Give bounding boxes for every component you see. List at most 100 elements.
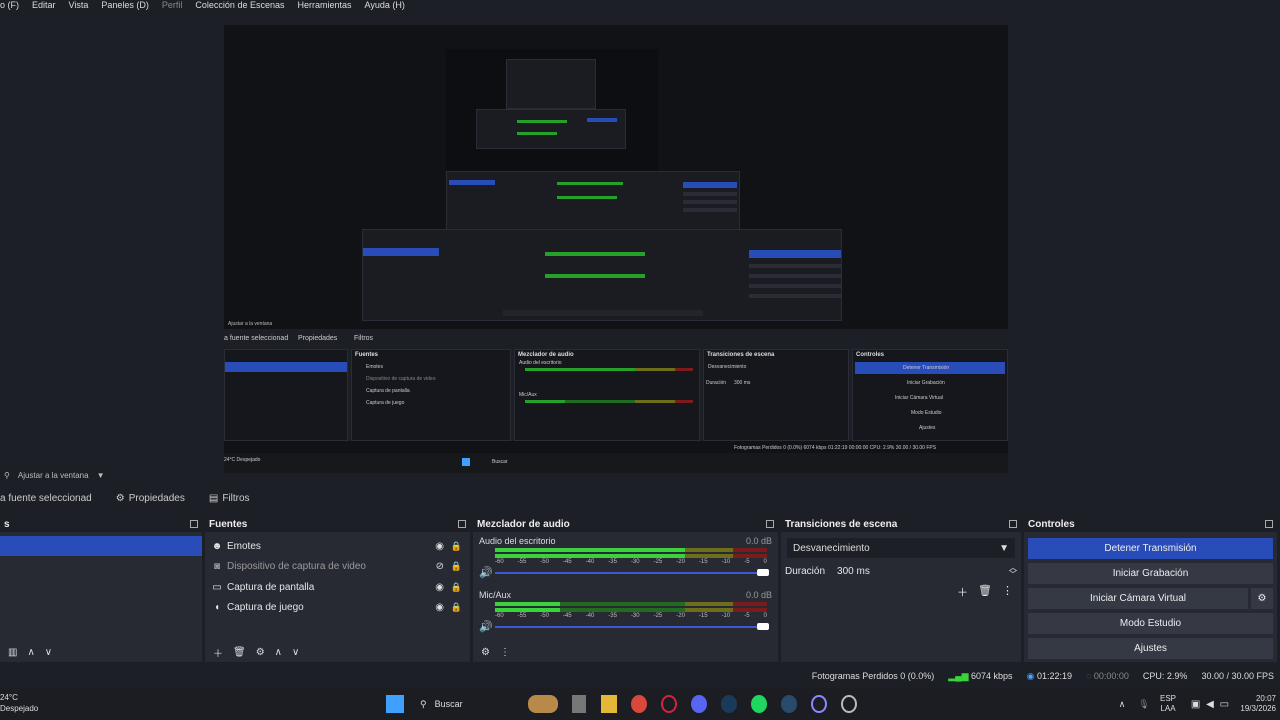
- more-icon[interactable]: ⋮: [1002, 584, 1013, 600]
- windows-start-icon[interactable]: [386, 695, 404, 713]
- dock-float-icon[interactable]: [458, 520, 466, 528]
- lock-icon[interactable]: 🔒: [451, 582, 462, 593]
- system-tray[interactable]: ▣ ◀ ▭: [1188, 695, 1232, 713]
- eye-icon[interactable]: ◉: [435, 582, 444, 593]
- virtual-camera-settings-button[interactable]: ⚙: [1251, 588, 1273, 609]
- slider-knob[interactable]: [757, 623, 769, 630]
- dock-float-icon[interactable]: [190, 520, 198, 528]
- mic-icon[interactable]: 🎙: [1138, 695, 1150, 713]
- eye-slash-icon[interactable]: ⊘: [436, 561, 444, 572]
- tick-label: -40: [585, 613, 595, 619]
- chevron-down-icon[interactable]: ▼: [97, 471, 105, 480]
- start-recording-button[interactable]: Iniciar Grabación: [1028, 563, 1273, 584]
- source-item[interactable]: ◙ Dispositivo de captura de video ⊘ 🔒: [205, 557, 470, 578]
- filters-button[interactable]: ▤ Filtros: [209, 493, 250, 504]
- lock-icon[interactable]: 🔒: [451, 602, 462, 613]
- studio-mode-button[interactable]: Modo Estudio: [1028, 613, 1273, 634]
- gear-icon[interactable]: ⚙: [256, 647, 265, 658]
- menu-item-3[interactable]: Paneles (D): [101, 0, 149, 11]
- more-icon[interactable]: ⋮: [500, 647, 510, 658]
- nested-transition: Desvanecimiento: [708, 364, 747, 370]
- dock-float-icon[interactable]: [1009, 520, 1017, 528]
- file-explorer-icon[interactable]: [601, 695, 617, 713]
- stepper-icon[interactable]: ︿ ﹀: [1009, 564, 1017, 579]
- speaker-icon[interactable]: 🔊: [479, 620, 493, 633]
- lock-icon[interactable]: 🔒: [451, 541, 462, 552]
- volume-meter: [495, 548, 767, 552]
- settings-app-icon[interactable]: [841, 695, 857, 713]
- opera-icon[interactable]: [661, 695, 677, 713]
- chrome-icon[interactable]: [631, 695, 647, 713]
- nested-status: Fotogramas Perdidos 0 (0.0%) 6074 kbps 0…: [734, 445, 937, 451]
- meter-ticks: -60 -55 -50 -45 -40 -35 -30 -25 -20 -15 -10 -5 0: [495, 613, 767, 619]
- clock[interactable]: 20:07 19/3/2026: [1234, 694, 1276, 714]
- obs-icon[interactable]: [811, 695, 827, 713]
- nested-btn-record: Iniciar Grabación: [907, 380, 945, 386]
- lock-icon[interactable]: 🔒: [451, 561, 462, 572]
- fit-window-label[interactable]: Ajustar a la ventana: [18, 471, 89, 480]
- nested-controls-title: Controles: [856, 352, 885, 358]
- volume-slider[interactable]: [495, 623, 769, 630]
- gear-icon[interactable]: ⚙: [481, 647, 490, 658]
- chevron-up-icon[interactable]: ∧: [1116, 695, 1128, 713]
- tick-label: 0: [763, 559, 767, 565]
- trash-icon[interactable]: 🗑: [233, 647, 246, 658]
- steam-icon[interactable]: [721, 695, 737, 713]
- source-item[interactable]: ▭ Captura de pantalla ◉ 🔒: [205, 577, 470, 598]
- chevron-down-icon[interactable]: ∨: [292, 647, 299, 658]
- menu-item-6[interactable]: Herramientas: [297, 0, 351, 11]
- menu-item-5[interactable]: Colección de Escenas: [195, 0, 284, 11]
- chevron-down-icon[interactable]: ∨: [45, 647, 52, 658]
- chevron-up-icon[interactable]: ∧: [275, 647, 282, 658]
- nested-sources: Fuentes Emotes Dispositivo de captura de…: [351, 349, 511, 441]
- scene-item-selected[interactable]: [0, 536, 202, 556]
- task-view-icon[interactable]: [572, 695, 586, 713]
- virtual-camera-button[interactable]: Iniciar Cámara Virtual: [1028, 588, 1248, 609]
- transition-value: Desvanecimiento: [793, 542, 870, 554]
- tick-label: -35: [608, 613, 617, 619]
- settings-button[interactable]: Ajustes: [1028, 638, 1273, 659]
- menu-item-7[interactable]: Ayuda (H): [365, 0, 405, 11]
- source-item[interactable]: ◖ Captura de juego ◉ 🔒: [205, 598, 470, 619]
- weather-widget[interactable]: 24°C Despejado: [0, 692, 38, 714]
- properties-button[interactable]: ⚙ Propiedades: [116, 493, 185, 504]
- menu-item-2[interactable]: Vista: [69, 0, 89, 11]
- discord-icon[interactable]: [691, 695, 707, 713]
- source-item[interactable]: ☻ Emotes ◉ 🔒: [205, 536, 470, 557]
- stop-stream-button[interactable]: Detener Transmisión: [1028, 538, 1273, 559]
- sources-dock-header: Fuentes: [205, 516, 470, 532]
- eye-icon[interactable]: ◉: [435, 602, 444, 613]
- trash-icon[interactable]: 🗑: [978, 584, 992, 600]
- speaker-icon[interactable]: 🔊: [479, 566, 493, 579]
- widget-icon[interactable]: [528, 695, 558, 713]
- steam-icon-2[interactable]: [781, 695, 797, 713]
- source-label: Captura de juego: [227, 602, 304, 614]
- dock-float-icon[interactable]: [1265, 520, 1273, 528]
- rec-time: ◌ 00:00:00: [1086, 671, 1129, 681]
- eye-icon[interactable]: ◉: [435, 541, 444, 552]
- tick-label: -50: [540, 559, 549, 565]
- filters-label: Filtros: [222, 492, 250, 504]
- mixer-toolbar: ⚙ ⋮: [473, 642, 778, 662]
- preview-area[interactable]: Ajustar a la ventana a fuente selecciona…: [0, 11, 1280, 473]
- add-icon[interactable]: ＋: [213, 645, 223, 660]
- volume-slider[interactable]: [495, 569, 769, 576]
- language-indicator[interactable]: ESP LAA: [1160, 694, 1176, 714]
- dock-float-icon[interactable]: [766, 520, 774, 528]
- transition-select[interactable]: Desvanecimiento ▼: [787, 538, 1015, 558]
- menu-item-0[interactable]: o (F): [0, 0, 19, 11]
- duration-input[interactable]: 300 ms: [837, 566, 1009, 577]
- tick-label: -55: [517, 613, 527, 619]
- menu-item-4[interactable]: Perfil: [162, 0, 183, 11]
- taskbar-search[interactable]: ⚲ Buscar: [414, 695, 524, 713]
- stream-preview[interactable]: Ajustar a la ventana a fuente selecciona…: [224, 25, 1008, 473]
- meter-ticks: -60 -55 -50 -45 -40 -35 -30 -25 -20 -15 -10 -5 0: [495, 559, 767, 565]
- filter-icon[interactable]: ▥: [8, 647, 17, 658]
- menu-item-1[interactable]: Editar: [32, 0, 56, 11]
- slider-knob[interactable]: [757, 569, 769, 576]
- chevron-up-icon[interactable]: ∧: [27, 647, 34, 658]
- controls-dock-header: Controles: [1024, 516, 1277, 532]
- spotify-icon[interactable]: [751, 695, 767, 713]
- add-icon[interactable]: ＋: [957, 584, 968, 600]
- search-label: Buscar: [434, 699, 463, 709]
